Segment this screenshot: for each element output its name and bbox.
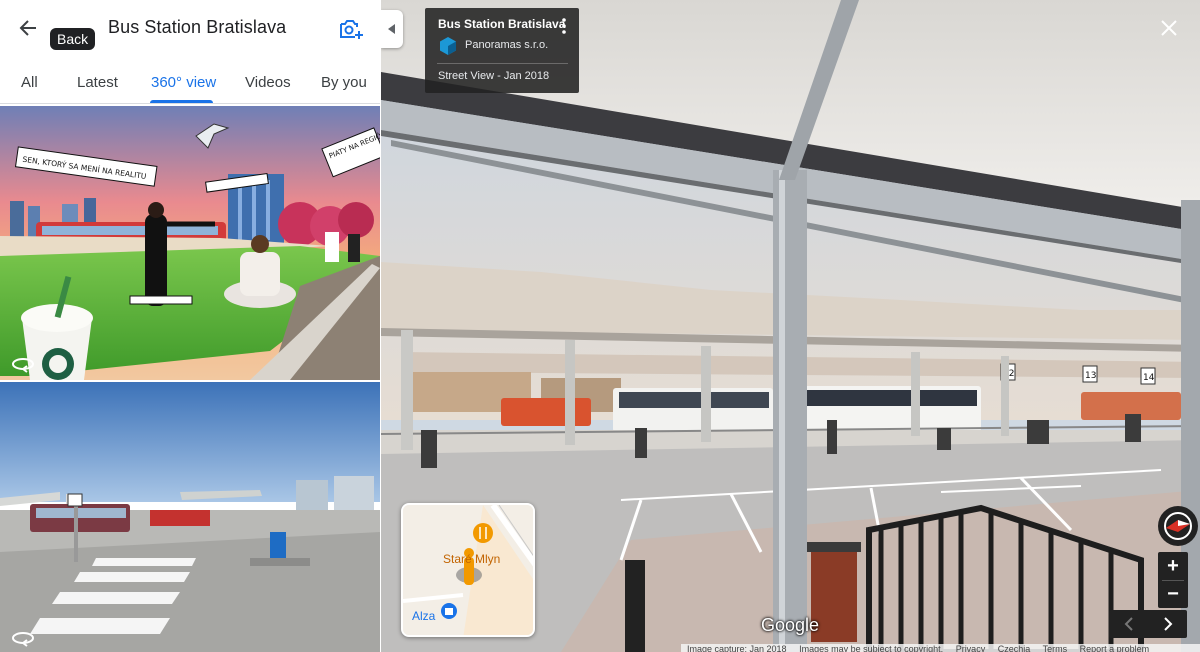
mural-image: SEN, KTORÝ SA MENÍ NA REALITU PIATY NA R… <box>0 106 380 380</box>
tab-videos[interactable]: Videos <box>245 74 291 91</box>
bay-sign-13: 13 <box>1085 371 1096 381</box>
back-tooltip: Back <box>50 28 96 50</box>
place-title: Bus Station Bratislava <box>108 17 287 37</box>
google-logo: Google <box>761 615 820 635</box>
map-place-label: Staré Mlyn <box>443 552 501 566</box>
previous-photo-button[interactable] <box>1109 610 1148 638</box>
country-text: Czechia <box>997 644 1031 652</box>
compass-button[interactable] <box>1158 506 1198 546</box>
arrow-left-icon <box>19 20 36 36</box>
info-divider <box>437 63 568 64</box>
tab-360-view[interactable]: 360° view <box>151 74 216 91</box>
photo-thumbnail-mural[interactable]: SEN, KTORÝ SA MENÍ NA REALITU PIATY NA R… <box>0 106 380 380</box>
image-capture-text: Image capture: Jan 2018 <box>687 644 787 652</box>
zoom-in-button[interactable]: + <box>1158 552 1188 580</box>
more-options-button[interactable] <box>557 17 571 35</box>
terms-link[interactable]: Terms <box>1043 644 1068 652</box>
compass-icon <box>1164 512 1192 540</box>
add-photo-button[interactable] <box>336 14 366 44</box>
camera-plus-icon <box>340 20 363 39</box>
tab-latest[interactable]: Latest <box>77 74 118 91</box>
zoom-out-button[interactable]: − <box>1158 580 1188 608</box>
360-photo-icon <box>12 632 34 647</box>
close-icon <box>1161 20 1177 36</box>
photo-navigation <box>1109 610 1187 638</box>
chevron-left-icon <box>1124 617 1133 631</box>
contributor-logo-icon <box>440 37 456 55</box>
report-problem-link[interactable]: Report a problem <box>1080 644 1150 652</box>
media-tabs: All Latest 360° view Videos By you <box>0 58 380 104</box>
chevron-right-icon <box>1163 617 1172 631</box>
privacy-link[interactable]: Privacy <box>956 644 986 652</box>
back-button[interactable] <box>12 12 44 44</box>
capture-date: Street View - Jan 2018 <box>438 70 550 82</box>
collapse-panel-button[interactable] <box>381 10 403 48</box>
panel-header: Back Bus Station Bratislava <box>0 0 380 58</box>
more-vert-icon <box>562 18 566 34</box>
tab-by-you[interactable]: By you <box>321 74 367 91</box>
zoom-controls: + − <box>1158 552 1188 608</box>
minimap[interactable]: Staré Mlyn Alza <box>401 503 535 637</box>
map-shop-label: Alza <box>412 609 436 623</box>
location-info-card: Bus Station Bratislava Panoramas s.r.o. … <box>425 8 579 93</box>
360-photo-icon <box>12 358 34 373</box>
street-view-app: Back Bus Station Bratislava All Latest 3… <box>0 0 1200 652</box>
photo-thumbnail-station[interactable] <box>0 382 380 652</box>
station-image <box>0 382 380 652</box>
photos-panel: Back Bus Station Bratislava All Latest 3… <box>0 0 380 652</box>
attribution-footer: Image capture: Jan 2018 Images may be su… <box>681 644 1200 652</box>
tab-all[interactable]: All <box>21 74 38 91</box>
street-view-panorama[interactable]: 12 13 14 <box>381 0 1200 652</box>
chevron-left-icon <box>388 24 395 34</box>
active-tab-indicator <box>150 100 213 103</box>
location-title: Bus Station Bratislava <box>438 17 566 31</box>
close-button[interactable] <box>1157 16 1181 40</box>
bay-sign-14: 14 <box>1143 373 1155 383</box>
next-photo-button[interactable] <box>1148 610 1187 638</box>
contributor-link[interactable]: Panoramas s.r.o. <box>465 39 548 51</box>
copyright-text: Images may be subject to copyright. <box>799 644 944 652</box>
